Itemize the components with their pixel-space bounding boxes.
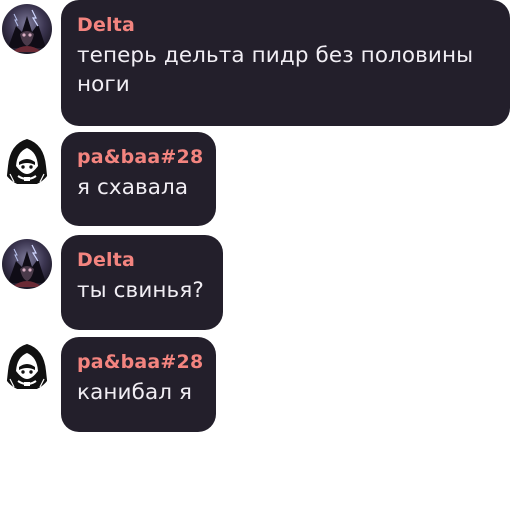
message-text: канибал я: [77, 380, 193, 405]
dark-character-avatar-icon[interactable]: [2, 4, 52, 54]
hooded-figure-avatar-icon[interactable]: [2, 341, 52, 391]
message-author[interactable]: Delta: [77, 248, 207, 272]
message-author[interactable]: Delta: [77, 13, 494, 37]
message-bubble: pa&baa#28 канибал я: [61, 337, 216, 432]
message-text: я схавала: [77, 175, 189, 200]
message-author[interactable]: pa&baa#28: [77, 350, 203, 374]
message-bubble: Delta теперь дельта пидр без половины но…: [61, 0, 510, 126]
dark-character-avatar-icon[interactable]: [2, 239, 52, 289]
message-bubble: Delta ты свинья?: [61, 235, 223, 330]
message-author[interactable]: pa&baa#28: [77, 145, 203, 169]
hooded-figure-avatar-icon[interactable]: [2, 136, 52, 186]
message-text: теперь дельта пидр без половины ноги: [77, 43, 474, 97]
message-bubble: pa&baa#28 я схавала: [61, 132, 216, 226]
message-text: ты свинья?: [77, 278, 204, 303]
chat-message-list: Delta теперь дельта пидр без половины но…: [0, 0, 512, 512]
